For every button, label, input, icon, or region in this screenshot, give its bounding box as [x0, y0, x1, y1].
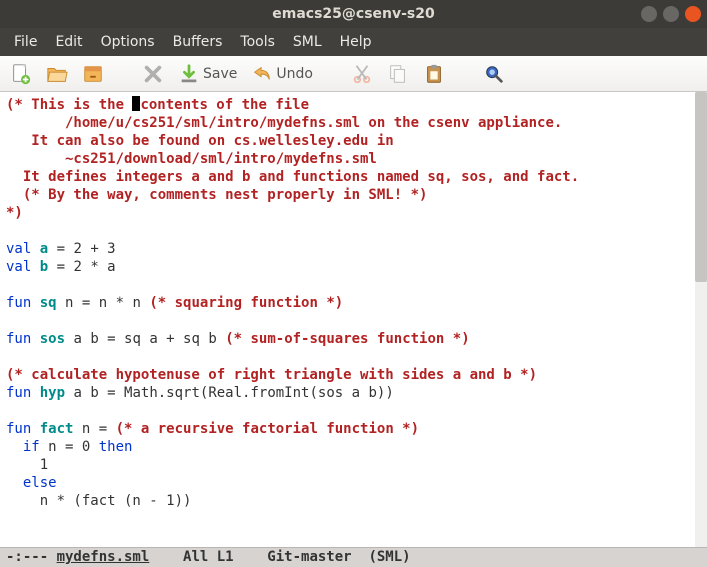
modeline-status: All L1 Git-master (SML): [149, 549, 410, 565]
keyword-val: val: [6, 241, 31, 257]
code-text: 1: [6, 457, 48, 473]
scrollbar[interactable]: [695, 92, 707, 547]
comment: (* squaring function *): [149, 295, 343, 311]
code-text: a b = Math.sqrt(Real.fromInt(sos a b)): [65, 385, 394, 401]
kill-buffer-button[interactable]: [142, 63, 164, 85]
dired-button[interactable]: [82, 63, 104, 85]
drawer-icon: [82, 63, 104, 85]
modeline: -:--- mydefns.sml All L1 Git-master (SML…: [0, 547, 707, 567]
editor[interactable]: (* This is the contents of the file /hom…: [0, 92, 707, 547]
code-text: = 2 + 3: [48, 241, 115, 257]
code-text: n = n * n: [57, 295, 150, 311]
save-icon: [178, 63, 200, 85]
ident-b: b: [40, 259, 48, 275]
comment: /home/u/cs251/sml/intro/mydefns.sml on t…: [6, 115, 562, 131]
menu-sml[interactable]: SML: [285, 31, 330, 53]
search-icon: [483, 63, 505, 85]
keyword-if: if: [23, 439, 40, 455]
new-file-icon: [10, 63, 32, 85]
copy-icon: [387, 63, 409, 85]
maximize-button[interactable]: [663, 6, 679, 22]
code-text: n * (fact (n - 1)): [6, 493, 191, 509]
titlebar: emacs25@csenv-s20: [0, 0, 707, 28]
comment: ~cs251/download/sml/intro/mydefns.sml: [6, 151, 377, 167]
comment: (* sum-of-squares function *): [225, 331, 469, 347]
code-text: n = 0: [40, 439, 99, 455]
copy-button[interactable]: [387, 63, 409, 85]
close-window-button[interactable]: [685, 6, 701, 22]
comment: (* calculate hypotenuse of right triangl…: [6, 367, 537, 383]
code-text: n =: [73, 421, 115, 437]
ident-sos: sos: [40, 331, 65, 347]
cut-button[interactable]: [351, 63, 373, 85]
menu-file[interactable]: File: [6, 31, 45, 53]
undo-label: Undo: [276, 66, 313, 82]
cut-icon: [351, 63, 373, 85]
keyword-fun: fun: [6, 421, 31, 437]
scrollbar-thumb[interactable]: [695, 92, 707, 282]
toolbar: Save Undo: [0, 56, 707, 92]
menu-buffers[interactable]: Buffers: [165, 31, 231, 53]
comment: (* By the way, comments nest properly in…: [6, 187, 427, 203]
open-button[interactable]: [46, 63, 68, 85]
save-button[interactable]: Save: [178, 63, 237, 85]
keyword-fun: fun: [6, 385, 31, 401]
comment: (* This is the: [6, 97, 124, 113]
minimize-button[interactable]: [641, 6, 657, 22]
comment: It defines integers a and b and function…: [6, 169, 579, 185]
comment: (* a recursive factorial function *): [116, 421, 419, 437]
keyword-fun: fun: [6, 295, 31, 311]
modeline-filename: mydefns.sml: [57, 549, 150, 565]
comment: It can also be found on cs.wellesley.edu…: [6, 133, 394, 149]
comment: contents of the file: [140, 97, 309, 113]
ident-fact: fact: [40, 421, 74, 437]
modeline-flags: -:---: [6, 549, 57, 565]
keyword-else: else: [23, 475, 57, 491]
menu-help[interactable]: Help: [332, 31, 380, 53]
close-icon: [142, 63, 164, 85]
menu-tools[interactable]: Tools: [232, 31, 283, 53]
keyword-then: then: [99, 439, 133, 455]
code-text: a b = sq a + sq b: [65, 331, 225, 347]
new-file-button[interactable]: [10, 63, 32, 85]
ident-hyp: hyp: [40, 385, 65, 401]
code-text: = 2 * a: [48, 259, 115, 275]
window-title: emacs25@csenv-s20: [272, 6, 435, 22]
window-buttons: [641, 6, 701, 22]
save-label: Save: [203, 66, 237, 82]
keyword-val: val: [6, 259, 31, 275]
undo-icon: [251, 63, 273, 85]
ident-sq: sq: [40, 295, 57, 311]
menubar: File Edit Options Buffers Tools SML Help: [0, 28, 707, 56]
keyword-fun: fun: [6, 331, 31, 347]
undo-button[interactable]: Undo: [251, 63, 313, 85]
menu-options[interactable]: Options: [93, 31, 163, 53]
folder-open-icon: [46, 63, 68, 85]
ident-a: a: [40, 241, 48, 257]
paste-button[interactable]: [423, 63, 445, 85]
menu-edit[interactable]: Edit: [47, 31, 90, 53]
search-button[interactable]: [483, 63, 505, 85]
comment: *): [6, 205, 23, 221]
paste-icon: [423, 63, 445, 85]
